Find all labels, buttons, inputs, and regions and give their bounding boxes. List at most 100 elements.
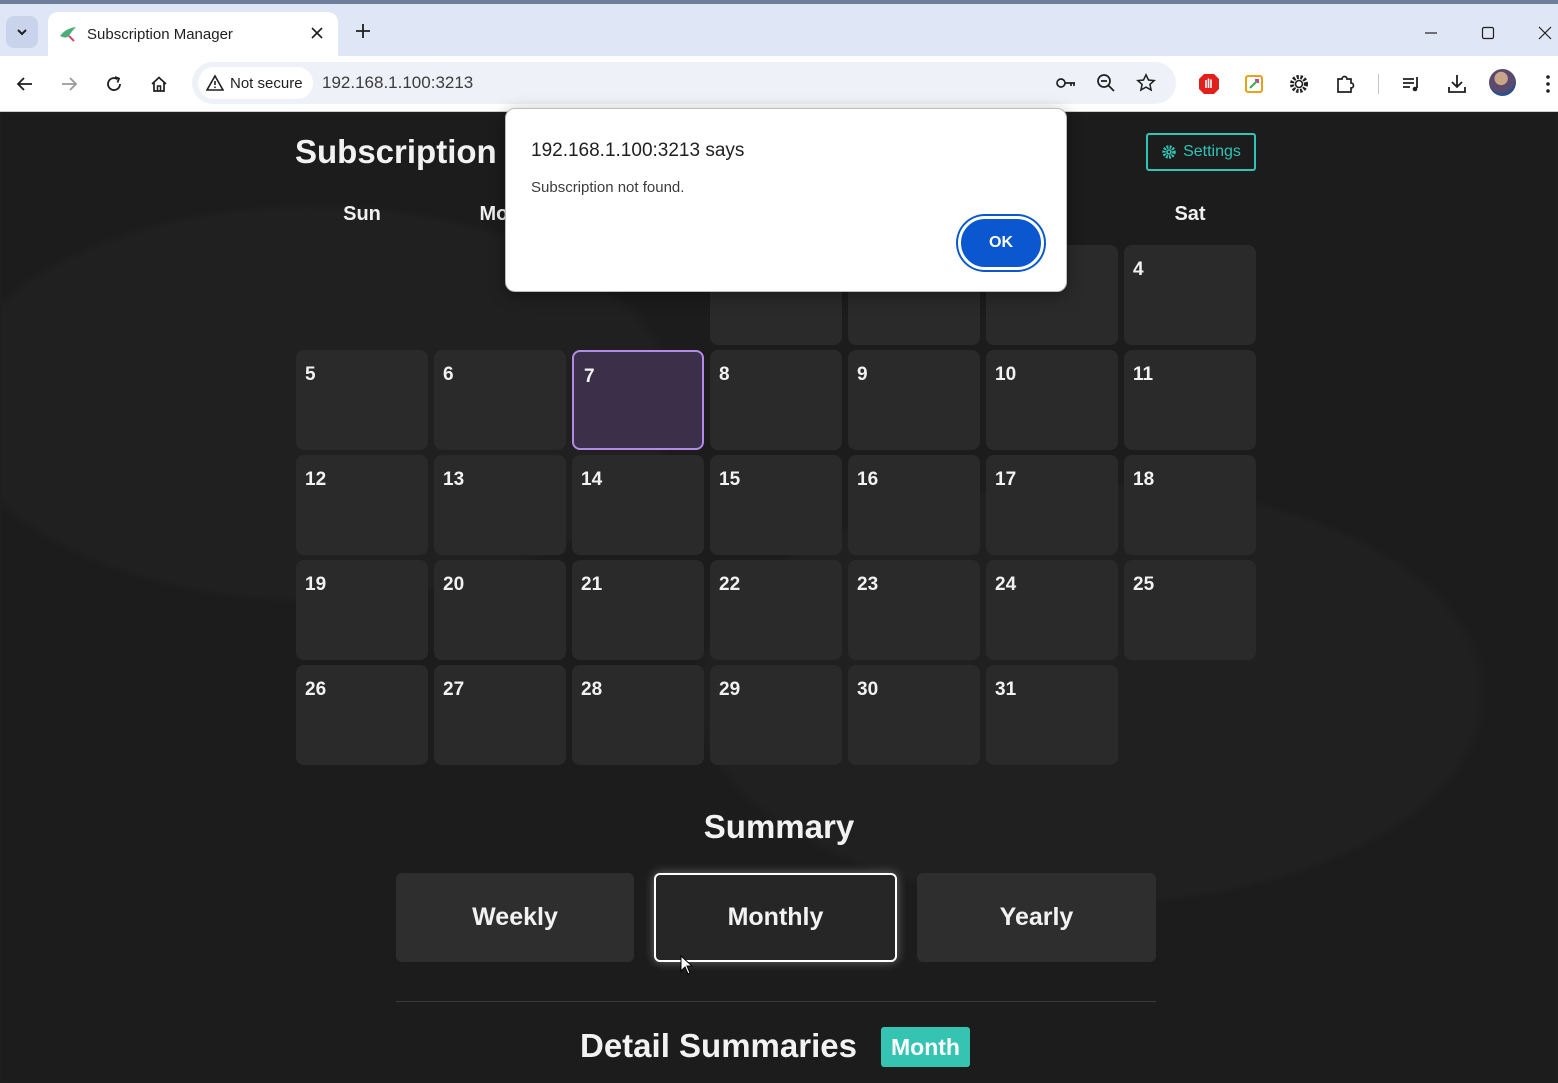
address-bar[interactable]: Not secure 192.168.1.100:3213 [192,62,1176,104]
calendar-day-18[interactable]: 18 [1124,455,1256,555]
day-number: 11 [1133,364,1154,385]
home-button[interactable] [143,68,175,100]
profile-avatar[interactable] [1489,69,1516,96]
calendar-day-15[interactable]: 15 [710,455,842,555]
period-badge: Month [881,1027,970,1067]
dialog-message: Subscription not found. [531,179,685,196]
day-number: 23 [857,574,879,595]
section-divider [396,1001,1156,1002]
reload-button[interactable] [98,68,130,100]
calendar-day-11[interactable]: 11 [1124,350,1256,450]
calendar-day-4[interactable]: 4 [1124,245,1256,345]
day-number: 29 [719,679,741,700]
settings-button[interactable]: Settings [1146,133,1256,171]
calendar-day-12[interactable]: 12 [296,455,428,555]
tab-close-button[interactable] [306,22,328,44]
calendar-day-14[interactable]: 14 [572,455,704,555]
calendar-day-30[interactable]: 30 [848,665,980,765]
calendar-day-5[interactable]: 5 [296,350,428,450]
calendar-day-28[interactable]: 28 [572,665,704,765]
tab-search-button[interactable] [6,16,38,48]
day-number: 13 [443,469,465,490]
calendar-day-26[interactable]: 26 [296,665,428,765]
browser-tab-bar: Subscription Manager [0,0,1558,58]
toolbar-separator [1378,74,1379,94]
day-number: 17 [995,469,1017,490]
calendar-day-6[interactable]: 6 [434,350,566,450]
calendar-day-23[interactable]: 23 [848,560,980,660]
calendar-day-17[interactable]: 17 [986,455,1118,555]
day-number: 30 [857,679,879,700]
back-button[interactable] [9,68,41,100]
downloads-button[interactable] [1443,70,1471,98]
dialog-ok-button[interactable]: OK [958,216,1044,270]
calendar-day-10[interactable]: 10 [986,350,1118,450]
forward-button[interactable] [53,68,85,100]
weekly-button[interactable]: Weekly [396,873,634,962]
media-controls-button[interactable] [1398,70,1426,98]
day-number: 28 [581,679,603,700]
calendar-day-22[interactable]: 22 [710,560,842,660]
calendar-day-19[interactable]: 19 [296,560,428,660]
new-tab-button[interactable] [350,18,376,44]
browser-tab[interactable]: Subscription Manager [48,12,338,58]
calendar-day-29[interactable]: 29 [710,665,842,765]
calendar-day-20[interactable]: 20 [434,560,566,660]
maximize-button[interactable] [1473,18,1503,48]
calendar-day-13[interactable]: 13 [434,455,566,555]
settings-label: Settings [1183,143,1241,160]
security-label: Not secure [230,74,303,92]
day-number: 22 [719,574,741,595]
palette-icon [1245,75,1263,93]
calendar-day-21[interactable]: 21 [572,560,704,660]
calendar-day-7[interactable]: 7 [572,350,704,450]
calendar-day-24[interactable]: 24 [986,560,1118,660]
dialog-title: 192.168.1.100:3213 says [531,140,745,161]
download-icon [1448,75,1466,93]
window-close-button[interactable] [1530,18,1558,48]
calendar-day-25[interactable]: 25 [1124,560,1256,660]
monthly-button[interactable]: Monthly [654,873,897,962]
gear-icon [1162,145,1176,159]
url-text[interactable]: 192.168.1.100:3213 [322,73,473,93]
day-number: 7 [584,366,595,387]
calendar-day-27[interactable]: 27 [434,665,566,765]
minimize-icon [1425,32,1437,34]
calendar-day-31[interactable]: 31 [986,665,1118,765]
gear-icon [1290,75,1308,93]
weekday-sat: Sat [1174,203,1206,225]
tab-title: Subscription Manager [87,26,233,43]
day-number: 4 [1133,259,1144,280]
day-number: 15 [719,469,741,490]
puzzle-icon [1337,75,1355,93]
calendar-day-8[interactable]: 8 [710,350,842,450]
hummingbird-icon [60,27,76,42]
reload-icon [107,76,121,91]
yearly-button[interactable]: Yearly [917,873,1156,962]
day-number: 31 [995,679,1017,700]
day-number: 19 [305,574,327,595]
settings-extension[interactable] [1285,70,1313,98]
detail-summaries-title: Detail Summaries [580,1027,857,1064]
day-number: 18 [1133,469,1155,490]
zoom-button[interactable] [1093,70,1119,96]
bookmark-button[interactable] [1133,70,1159,96]
day-number: 6 [443,364,454,385]
summary-title: Summary [703,808,855,845]
playlist-icon [1403,77,1418,92]
extensions-button[interactable] [1331,70,1359,98]
day-number: 27 [443,679,465,700]
password-key-button[interactable] [1053,70,1079,96]
arrow-right-icon [62,77,78,91]
calendar-day-16[interactable]: 16 [848,455,980,555]
minimize-button[interactable] [1416,18,1446,48]
key-icon [1056,78,1075,88]
security-indicator[interactable]: Not secure [198,67,313,99]
calendar-day-9[interactable]: 9 [848,350,980,450]
ad-blocker-extension[interactable] [1195,70,1223,98]
day-number: 21 [581,574,603,595]
day-number: 26 [305,679,327,700]
browser-toolbar: Not secure 192.168.1.100:3213 [0,56,1558,112]
color-picker-extension[interactable] [1240,70,1268,98]
browser-menu-button[interactable] [1534,70,1558,98]
